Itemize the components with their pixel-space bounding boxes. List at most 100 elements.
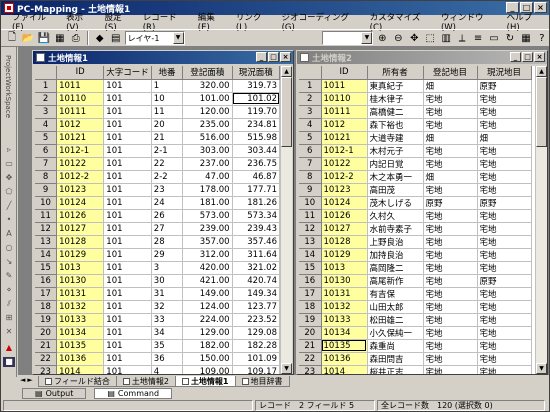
table-cell[interactable]: 宅地 — [423, 235, 478, 249]
row-number[interactable]: 11 — [35, 209, 58, 223]
table-cell[interactable]: 畑 — [423, 79, 478, 93]
table-cell[interactable]: 32 — [151, 300, 184, 314]
row-number[interactable]: 12 — [299, 222, 322, 236]
table-cell[interactable]: 宅地 — [423, 157, 478, 171]
table-cell[interactable]: 319.73 — [232, 79, 280, 93]
table-cell[interactable]: 宅地 — [423, 261, 478, 275]
table-cell[interactable]: 237.00 — [182, 157, 233, 171]
table-cell[interactable]: 101 — [103, 118, 152, 132]
merge-icon[interactable]: ⊞ — [3, 313, 15, 323]
row-number-header[interactable] — [35, 66, 58, 80]
table-cell[interactable]: 畑 — [423, 170, 478, 184]
table-row[interactable]: 17 10131 101 31 149.00 149.34 — [35, 287, 280, 301]
table-cell[interactable]: 101 — [103, 183, 152, 197]
cell-id[interactable]: 10132 — [56, 300, 105, 314]
table-row[interactable]: 14 10129 101 29 312.00 311.64 — [35, 248, 280, 262]
table-row[interactable]: 12 10127 水前寺素子 宅地 宅地 — [299, 222, 532, 236]
row-number[interactable]: 1 — [299, 79, 322, 93]
table-row[interactable]: 6 1012-1 101 2-1 303.00 303.44 — [35, 144, 280, 158]
grid-icon[interactable]: ▦ — [519, 31, 533, 45]
line-icon[interactable]: ╱ — [3, 201, 15, 211]
tab-land-category-dict[interactable]: 地目辞書 — [234, 376, 290, 387]
table-row[interactable]: 19 10133 松田雄二 宅地 宅地 — [299, 313, 532, 327]
table-cell[interactable]: 内記日覚 — [367, 157, 424, 171]
table-cell[interactable]: 101 — [103, 300, 152, 314]
table-cell[interactable]: 山田太郎 — [367, 300, 424, 314]
table-cell[interactable]: 宅地 — [423, 248, 478, 262]
row-number[interactable]: 15 — [35, 261, 58, 275]
table-cell[interactable]: 311.64 — [232, 248, 280, 262]
table-cell[interactable]: 有吉保 — [367, 287, 424, 301]
row-number[interactable]: 1 — [35, 79, 58, 93]
table-cell[interactable]: 101 — [103, 92, 152, 106]
table-cell[interactable]: 久村久 — [367, 209, 424, 223]
row-number[interactable]: 21 — [35, 339, 58, 353]
table-cell[interactable]: 大道寺建 — [367, 131, 424, 145]
table-cell[interactable]: 573.00 — [182, 209, 233, 223]
table-row[interactable]: 15 1013 高岡隆二 宅地 宅地 — [299, 261, 532, 275]
cell-id[interactable]: 1012-2 — [56, 170, 105, 184]
cell-id[interactable]: 10134 — [321, 326, 368, 340]
color-icon[interactable]: ▲ — [3, 343, 15, 353]
tab-field-join[interactable]: フィールド結合 — [38, 376, 117, 387]
table-cell[interactable]: 宅地 — [423, 105, 478, 119]
table-row[interactable]: 15 1013 101 3 420.00 321.02 — [35, 261, 280, 275]
chart-icon[interactable]: ▥ — [439, 31, 453, 45]
table-cell[interactable]: 357.46 — [232, 235, 280, 249]
table-cell[interactable]: 宅地 — [423, 339, 478, 353]
column-header-current-area[interactable]: 現況面積 — [232, 66, 280, 80]
node-icon[interactable]: ⋄ — [3, 285, 15, 295]
split-icon[interactable]: ⫽ — [3, 299, 15, 309]
cell-id[interactable]: 1012 — [56, 118, 105, 132]
table-cell[interactable]: 303.44 — [232, 144, 280, 158]
cell-id[interactable]: 10129 — [56, 248, 105, 262]
table-cell[interactable]: 124.00 — [182, 300, 233, 314]
row-number[interactable]: 8 — [35, 170, 58, 184]
table-row[interactable]: 22 10136 森田問吉 宅地 宅地 — [299, 352, 532, 366]
table-cell[interactable]: 181.00 — [182, 196, 233, 210]
table-cell[interactable]: 桜井正志 — [367, 365, 424, 374]
table-cell[interactable]: 35 — [151, 339, 184, 353]
table-cell[interactable]: 宅地 — [477, 248, 532, 262]
table-row[interactable]: 2 10110 桂木律子 宅地 宅地 — [299, 92, 532, 106]
table-row[interactable]: 4 1012 101 20 235.00 234.81 — [35, 118, 280, 132]
cell-id[interactable]: 10128 — [321, 235, 368, 249]
table-cell[interactable]: 101 — [103, 339, 152, 353]
table-row[interactable]: 3 10111 高橋健二 宅地 宅地 — [299, 105, 532, 119]
cell-id[interactable]: 1011 — [56, 79, 105, 93]
table-row[interactable]: 9 10123 高田茂 宅地 宅地 — [299, 183, 532, 197]
table-row[interactable]: 9 10123 101 23 178.00 177.71 — [35, 183, 280, 197]
data-grid[interactable]: ID 所有者 登記地目 現況地目 1 1011 東真紀子畑原野 2 10110 桂木律子宅… — [299, 66, 535, 374]
table-cell[interactable]: 182.00 — [182, 339, 233, 353]
row-number[interactable]: 5 — [35, 131, 58, 145]
table-cell[interactable]: 桂木律子 — [367, 92, 424, 106]
cell-id[interactable]: 10132 — [321, 300, 368, 314]
table-cell[interactable]: 3 — [151, 261, 184, 275]
table-cell[interactable]: 宅地 — [423, 118, 478, 132]
table-cell[interactable]: 宅地 — [477, 144, 532, 158]
table-cell[interactable]: 2-1 — [151, 144, 184, 158]
table-row[interactable]: 21 10135 101 35 182.00 182.28 — [35, 339, 280, 353]
scroll-up-icon[interactable]: ▲ — [536, 66, 547, 77]
layer-icon[interactable]: ◆ — [93, 31, 107, 45]
cell-id[interactable]: 10110 — [56, 92, 105, 106]
cell-id[interactable]: 10130 — [321, 274, 368, 288]
table-cell[interactable]: 宅地 — [477, 300, 532, 314]
cell-id[interactable]: 1011 — [321, 79, 368, 93]
table-cell[interactable]: 421.00 — [182, 274, 233, 288]
table-cell[interactable]: 420.00 — [182, 261, 233, 275]
restore-button[interactable]: □ — [522, 52, 533, 62]
table-cell[interactable]: 234.81 — [232, 118, 280, 132]
table-cell[interactable]: 34 — [151, 326, 184, 340]
table-cell[interactable]: 101.00 — [182, 92, 233, 106]
tab-land-info-2[interactable]: 土地情報2 — [115, 376, 176, 387]
cell-id[interactable]: 10126 — [56, 209, 105, 223]
restore-button[interactable]: □ — [268, 52, 279, 62]
table-cell[interactable]: 宅地 — [423, 183, 478, 197]
table-cell[interactable]: 21 — [151, 131, 184, 145]
table-cell[interactable]: 23 — [151, 183, 184, 197]
table-cell[interactable]: 宅地 — [477, 209, 532, 223]
vertical-scrollbar[interactable]: ▲ ▼ — [535, 66, 547, 374]
table-row[interactable]: 16 10130 高尾新作 宅地 原野 — [299, 274, 532, 288]
table-cell[interactable]: 29 — [151, 248, 184, 262]
